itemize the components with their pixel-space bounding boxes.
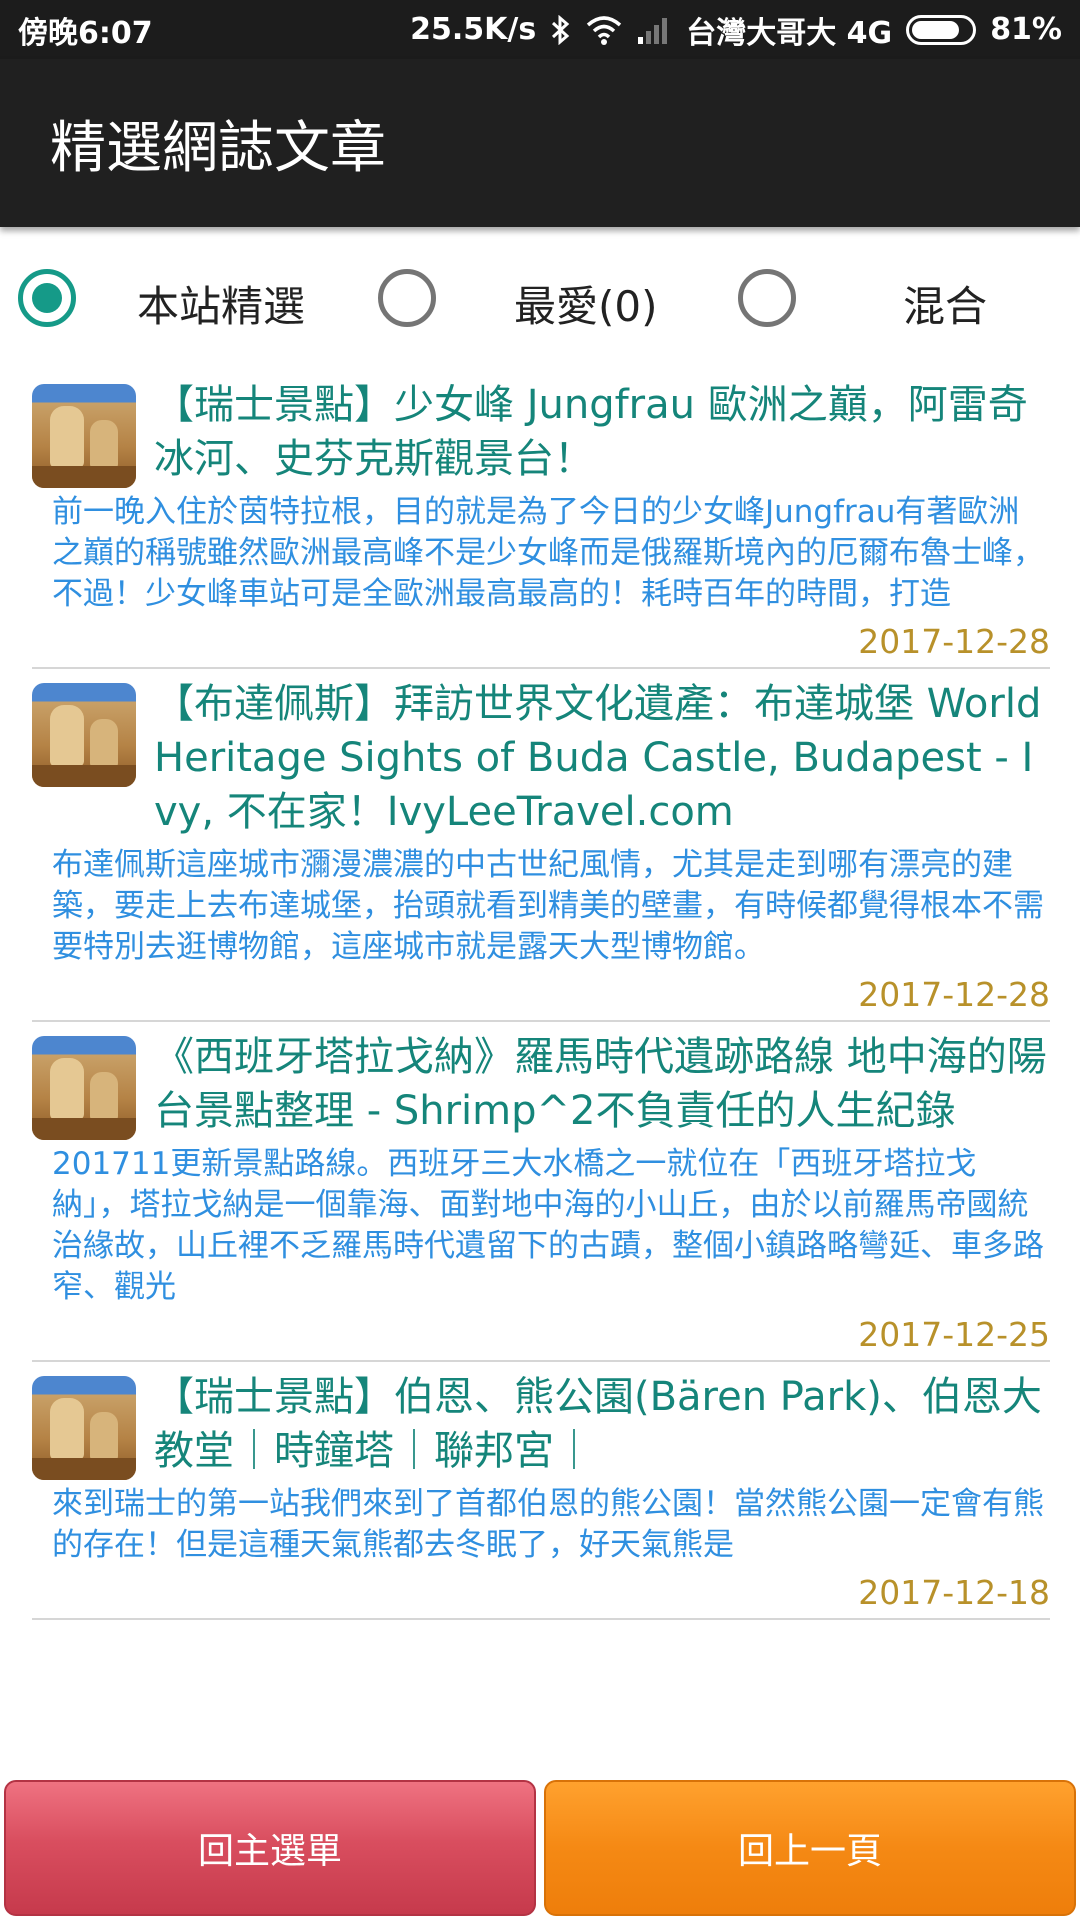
back-button[interactable]: 回上一頁	[544, 1780, 1076, 1916]
article-excerpt: 來到瑞士的第一站我們來到了首都伯恩的熊公園！當然熊公園一定會有熊的存在！但是這種…	[52, 1486, 1044, 1563]
radio-mixed-label[interactable]: 混合	[903, 273, 987, 334]
bluetooth-icon	[550, 14, 572, 45]
status-time: 傍晚6:07	[18, 15, 153, 51]
back-label: 回上一頁	[737, 1831, 882, 1872]
list-item[interactable]: 【瑞士景點】少女峰 Jungfrau 歐洲之巔，阿雷奇冰河、史芬克斯觀景台！ 前…	[32, 370, 1050, 669]
network-speed: 25.5K/s	[410, 12, 537, 47]
radio-favorites[interactable]	[378, 255, 436, 341]
list-item[interactable]: 【瑞士景點】伯恩、熊公園(Bären Park)、伯恩大教堂｜時鐘塔｜聯邦宮｜ …	[32, 1362, 1050, 1620]
carrier-label: 台灣大哥大 4G	[686, 15, 893, 51]
wifi-icon	[586, 15, 622, 45]
article-title[interactable]: 《西班牙塔拉戈納》羅馬時代遺跡路線 地中海的陽台景點整理 - Shrimp^2不…	[154, 1022, 1050, 1138]
article-date: 2017-12-18	[858, 1573, 1050, 1612]
list-item[interactable]: 《西班牙塔拉戈納》羅馬時代遺跡路線 地中海的陽台景點整理 - Shrimp^2不…	[32, 1022, 1050, 1362]
radio-featured-circle[interactable]	[18, 269, 76, 327]
signal-icon	[636, 15, 672, 45]
radio-favorites-circle[interactable]	[378, 269, 436, 327]
article-title[interactable]: 【布達佩斯】拜訪世界文化遺產：布達城堡 World Heritage Sight…	[154, 669, 1050, 839]
article-date: 2017-12-28	[858, 622, 1050, 661]
article-date: 2017-12-25	[858, 1315, 1050, 1354]
radio-mixed[interactable]	[738, 255, 796, 341]
main-menu-button[interactable]: 回主選單	[4, 1780, 536, 1916]
article-thumbnail	[32, 683, 136, 787]
list-item[interactable]: 【布達佩斯】拜訪世界文化遺產：布達城堡 World Heritage Sight…	[32, 669, 1050, 1022]
article-excerpt: 201711更新景點路線。西班牙三大水橋之一就位在「西班牙塔拉戈納」，塔拉戈納是…	[52, 1146, 1044, 1305]
battery-percent: 81%	[990, 12, 1062, 47]
filter-radio-group: 本站精選 最愛(0) 混合	[0, 255, 1080, 341]
radio-featured[interactable]	[18, 255, 76, 341]
article-thumbnail	[32, 1036, 136, 1140]
status-right: 25.5K/s 台灣大哥大 4G 81%	[410, 8, 1062, 52]
page-title: 精選網誌文章	[50, 115, 386, 181]
article-thumbnail	[32, 384, 136, 488]
article-date: 2017-12-28	[858, 975, 1050, 1014]
status-bar: 傍晚6:07 25.5K/s 台灣大哥大 4G 81%	[0, 0, 1080, 59]
radio-mixed-circle[interactable]	[738, 269, 796, 327]
article-title[interactable]: 【瑞士景點】伯恩、熊公園(Bären Park)、伯恩大教堂｜時鐘塔｜聯邦宮｜	[154, 1362, 1050, 1478]
app-bar: 精選網誌文章	[0, 59, 1080, 227]
article-excerpt: 布達佩斯這座城市瀰漫濃濃的中古世紀風情，尤其是走到哪有漂亮的建築，要走上去布達城…	[52, 847, 1044, 965]
article-thumbnail	[32, 1376, 136, 1480]
battery-icon	[906, 14, 977, 45]
main-menu-label: 回主選單	[197, 1831, 342, 1872]
article-excerpt: 前一晚入住於茵特拉根，目的就是為了今日的少女峰Jungfrau有著歐洲之巔的稱號…	[52, 494, 1044, 612]
article-title[interactable]: 【瑞士景點】少女峰 Jungfrau 歐洲之巔，阿雷奇冰河、史芬克斯觀景台！	[154, 370, 1050, 486]
article-list: 【瑞士景點】少女峰 Jungfrau 歐洲之巔，阿雷奇冰河、史芬克斯觀景台！ 前…	[32, 370, 1050, 1620]
radio-featured-label[interactable]: 本站精選	[137, 273, 305, 334]
radio-favorites-label[interactable]: 最愛(0)	[514, 273, 658, 334]
